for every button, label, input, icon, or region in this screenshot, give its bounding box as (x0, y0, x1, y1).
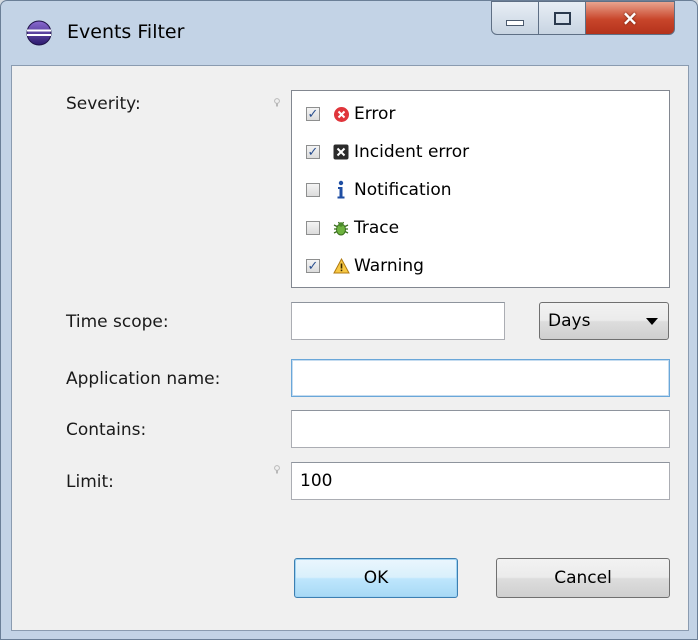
severity-list[interactable]: Error Incident error Notification (291, 90, 670, 288)
time-scope-label: Time scope: (66, 312, 169, 332)
lightbulb-hint-icon (274, 92, 280, 107)
close-icon: × (621, 6, 639, 30)
limit-label: Limit: (66, 472, 114, 492)
severity-item-label: Incident error (354, 142, 470, 162)
severity-item-label: Trace (354, 218, 400, 238)
severity-item-notification[interactable]: Notification (306, 177, 452, 203)
error-icon (332, 105, 350, 123)
severity-checkbox[interactable] (306, 107, 320, 121)
eclipse-icon (25, 19, 53, 47)
incident-error-icon (332, 143, 350, 161)
contains-input[interactable] (291, 410, 670, 448)
severity-item-label: Notification (354, 180, 452, 200)
maximize-icon (553, 11, 571, 25)
info-icon (332, 180, 350, 199)
title-bar[interactable]: Events Filter × (1, 1, 697, 65)
severity-label: Severity: (66, 94, 141, 114)
close-button[interactable]: × (585, 1, 675, 35)
time-unit-value: Days (548, 311, 591, 331)
events-filter-dialog: Events Filter × Severity: Error (0, 0, 698, 640)
contains-label: Contains: (66, 420, 147, 440)
severity-checkbox[interactable] (306, 183, 320, 197)
dialog-title: Events Filter (67, 21, 185, 43)
chevron-down-icon (646, 318, 658, 325)
maximize-button[interactable] (538, 1, 586, 35)
severity-checkbox[interactable] (306, 145, 320, 159)
severity-item-error[interactable]: Error (306, 101, 395, 127)
minimize-button[interactable] (491, 1, 539, 35)
severity-item-warning[interactable]: Warning (306, 253, 424, 279)
limit-input[interactable]: 100 (291, 462, 670, 500)
severity-item-label: Warning (354, 256, 424, 276)
application-name-input[interactable] (291, 359, 670, 397)
minimize-icon (506, 20, 524, 26)
severity-item-label: Error (354, 104, 396, 124)
bug-icon (332, 219, 350, 237)
time-unit-dropdown[interactable]: Days (539, 302, 669, 340)
severity-checkbox[interactable] (306, 259, 320, 273)
severity-item-incident-error[interactable]: Incident error (306, 139, 469, 165)
severity-item-trace[interactable]: Trace (306, 215, 399, 241)
application-name-label: Application name: (66, 369, 221, 389)
cancel-button[interactable]: Cancel (496, 558, 670, 598)
severity-checkbox[interactable] (306, 221, 320, 235)
warning-icon (332, 257, 350, 275)
time-scope-input[interactable] (291, 302, 505, 340)
lightbulb-hint-icon (274, 459, 280, 474)
dialog-content: Severity: Error Incident error (11, 65, 689, 631)
ok-button[interactable]: OK (294, 558, 458, 598)
